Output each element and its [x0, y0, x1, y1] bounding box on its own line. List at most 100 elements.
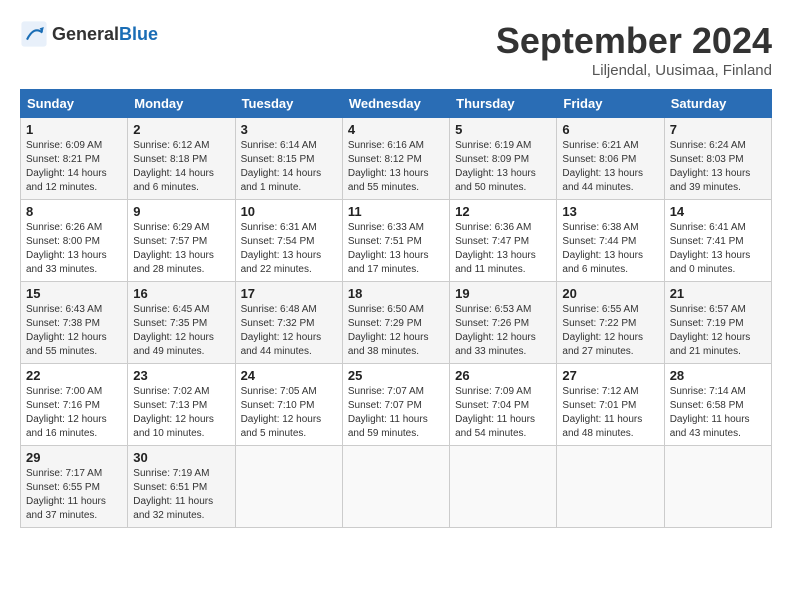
table-row: 10 Sunrise: 6:31 AM Sunset: 7:54 PM Dayl…	[235, 200, 342, 282]
table-row: 18 Sunrise: 6:50 AM Sunset: 7:29 PM Dayl…	[342, 282, 449, 364]
day-number: 8	[26, 204, 122, 219]
day-number: 20	[562, 286, 658, 301]
day-info: Sunrise: 6:50 AM Sunset: 7:29 PM Dayligh…	[348, 303, 444, 359]
day-number: 3	[241, 122, 337, 137]
day-info: Sunrise: 7:05 AM Sunset: 7:10 PM Dayligh…	[241, 385, 337, 441]
day-number: 1	[26, 122, 122, 137]
calendar-week-row: 15 Sunrise: 6:43 AM Sunset: 7:38 PM Dayl…	[21, 282, 772, 364]
day-number: 24	[241, 368, 337, 383]
table-row: 9 Sunrise: 6:29 AM Sunset: 7:57 PM Dayli…	[128, 200, 235, 282]
day-info: Sunrise: 7:17 AM Sunset: 6:55 PM Dayligh…	[26, 467, 122, 523]
month-title: September 2024	[496, 20, 772, 62]
day-number: 19	[455, 286, 551, 301]
col-thursday: Thursday	[450, 90, 557, 118]
table-row: 4 Sunrise: 6:16 AM Sunset: 8:12 PM Dayli…	[342, 118, 449, 200]
day-info: Sunrise: 6:12 AM Sunset: 8:18 PM Dayligh…	[133, 139, 229, 195]
day-info: Sunrise: 6:14 AM Sunset: 8:15 PM Dayligh…	[241, 139, 337, 195]
table-row: 23 Sunrise: 7:02 AM Sunset: 7:13 PM Dayl…	[128, 364, 235, 446]
day-number: 13	[562, 204, 658, 219]
table-row: 19 Sunrise: 6:53 AM Sunset: 7:26 PM Dayl…	[450, 282, 557, 364]
day-info: Sunrise: 6:21 AM Sunset: 8:06 PM Dayligh…	[562, 139, 658, 195]
table-row: 25 Sunrise: 7:07 AM Sunset: 7:07 PM Dayl…	[342, 364, 449, 446]
calendar-table: Sunday Monday Tuesday Wednesday Thursday…	[20, 89, 772, 528]
day-info: Sunrise: 6:26 AM Sunset: 8:00 PM Dayligh…	[26, 221, 122, 277]
table-row: 26 Sunrise: 7:09 AM Sunset: 7:04 PM Dayl…	[450, 364, 557, 446]
day-info: Sunrise: 6:57 AM Sunset: 7:19 PM Dayligh…	[670, 303, 766, 359]
day-number: 29	[26, 450, 122, 465]
table-row: 29 Sunrise: 7:17 AM Sunset: 6:55 PM Dayl…	[21, 446, 128, 528]
table-row: 8 Sunrise: 6:26 AM Sunset: 8:00 PM Dayli…	[21, 200, 128, 282]
table-row	[342, 446, 449, 528]
col-friday: Friday	[557, 90, 664, 118]
day-number: 27	[562, 368, 658, 383]
day-info: Sunrise: 6:31 AM Sunset: 7:54 PM Dayligh…	[241, 221, 337, 277]
table-row: 6 Sunrise: 6:21 AM Sunset: 8:06 PM Dayli…	[557, 118, 664, 200]
day-number: 9	[133, 204, 229, 219]
day-info: Sunrise: 7:14 AM Sunset: 6:58 PM Dayligh…	[670, 385, 766, 441]
day-number: 2	[133, 122, 229, 137]
table-row: 7 Sunrise: 6:24 AM Sunset: 8:03 PM Dayli…	[664, 118, 771, 200]
day-number: 22	[26, 368, 122, 383]
table-row: 2 Sunrise: 6:12 AM Sunset: 8:18 PM Dayli…	[128, 118, 235, 200]
day-number: 7	[670, 122, 766, 137]
calendar-week-row: 22 Sunrise: 7:00 AM Sunset: 7:16 PM Dayl…	[21, 364, 772, 446]
table-row: 20 Sunrise: 6:55 AM Sunset: 7:22 PM Dayl…	[557, 282, 664, 364]
col-monday: Monday	[128, 90, 235, 118]
col-saturday: Saturday	[664, 90, 771, 118]
table-row	[664, 446, 771, 528]
table-row: 22 Sunrise: 7:00 AM Sunset: 7:16 PM Dayl…	[21, 364, 128, 446]
day-info: Sunrise: 6:16 AM Sunset: 8:12 PM Dayligh…	[348, 139, 444, 195]
col-tuesday: Tuesday	[235, 90, 342, 118]
calendar-week-row: 29 Sunrise: 7:17 AM Sunset: 6:55 PM Dayl…	[21, 446, 772, 528]
day-info: Sunrise: 7:12 AM Sunset: 7:01 PM Dayligh…	[562, 385, 658, 441]
day-info: Sunrise: 6:41 AM Sunset: 7:41 PM Dayligh…	[670, 221, 766, 277]
day-info: Sunrise: 6:36 AM Sunset: 7:47 PM Dayligh…	[455, 221, 551, 277]
day-number: 25	[348, 368, 444, 383]
day-number: 21	[670, 286, 766, 301]
table-row: 24 Sunrise: 7:05 AM Sunset: 7:10 PM Dayl…	[235, 364, 342, 446]
day-number: 12	[455, 204, 551, 219]
table-row	[235, 446, 342, 528]
day-number: 15	[26, 286, 122, 301]
logo-icon	[20, 20, 48, 48]
day-info: Sunrise: 7:02 AM Sunset: 7:13 PM Dayligh…	[133, 385, 229, 441]
table-row: 17 Sunrise: 6:48 AM Sunset: 7:32 PM Dayl…	[235, 282, 342, 364]
day-number: 26	[455, 368, 551, 383]
calendar-week-row: 1 Sunrise: 6:09 AM Sunset: 8:21 PM Dayli…	[21, 118, 772, 200]
day-number: 16	[133, 286, 229, 301]
logo-blue-text: Blue	[119, 24, 158, 44]
day-info: Sunrise: 6:48 AM Sunset: 7:32 PM Dayligh…	[241, 303, 337, 359]
day-number: 30	[133, 450, 229, 465]
day-info: Sunrise: 6:29 AM Sunset: 7:57 PM Dayligh…	[133, 221, 229, 277]
table-row	[450, 446, 557, 528]
logo-general-text: General	[52, 24, 119, 44]
day-info: Sunrise: 6:19 AM Sunset: 8:09 PM Dayligh…	[455, 139, 551, 195]
day-number: 14	[670, 204, 766, 219]
calendar-week-row: 8 Sunrise: 6:26 AM Sunset: 8:00 PM Dayli…	[21, 200, 772, 282]
table-row: 3 Sunrise: 6:14 AM Sunset: 8:15 PM Dayli…	[235, 118, 342, 200]
day-number: 5	[455, 122, 551, 137]
col-sunday: Sunday	[21, 90, 128, 118]
day-info: Sunrise: 6:09 AM Sunset: 8:21 PM Dayligh…	[26, 139, 122, 195]
day-info: Sunrise: 7:19 AM Sunset: 6:51 PM Dayligh…	[133, 467, 229, 523]
day-number: 6	[562, 122, 658, 137]
day-number: 28	[670, 368, 766, 383]
day-number: 10	[241, 204, 337, 219]
table-row: 14 Sunrise: 6:41 AM Sunset: 7:41 PM Dayl…	[664, 200, 771, 282]
table-row: 1 Sunrise: 6:09 AM Sunset: 8:21 PM Dayli…	[21, 118, 128, 200]
day-info: Sunrise: 6:55 AM Sunset: 7:22 PM Dayligh…	[562, 303, 658, 359]
day-info: Sunrise: 6:45 AM Sunset: 7:35 PM Dayligh…	[133, 303, 229, 359]
col-wednesday: Wednesday	[342, 90, 449, 118]
table-row: 15 Sunrise: 6:43 AM Sunset: 7:38 PM Dayl…	[21, 282, 128, 364]
day-number: 18	[348, 286, 444, 301]
day-info: Sunrise: 6:33 AM Sunset: 7:51 PM Dayligh…	[348, 221, 444, 277]
day-number: 4	[348, 122, 444, 137]
day-info: Sunrise: 6:38 AM Sunset: 7:44 PM Dayligh…	[562, 221, 658, 277]
logo: GeneralBlue	[20, 20, 158, 48]
table-row	[557, 446, 664, 528]
table-row: 30 Sunrise: 7:19 AM Sunset: 6:51 PM Dayl…	[128, 446, 235, 528]
table-row: 21 Sunrise: 6:57 AM Sunset: 7:19 PM Dayl…	[664, 282, 771, 364]
day-number: 17	[241, 286, 337, 301]
table-row: 11 Sunrise: 6:33 AM Sunset: 7:51 PM Dayl…	[342, 200, 449, 282]
table-row: 13 Sunrise: 6:38 AM Sunset: 7:44 PM Dayl…	[557, 200, 664, 282]
